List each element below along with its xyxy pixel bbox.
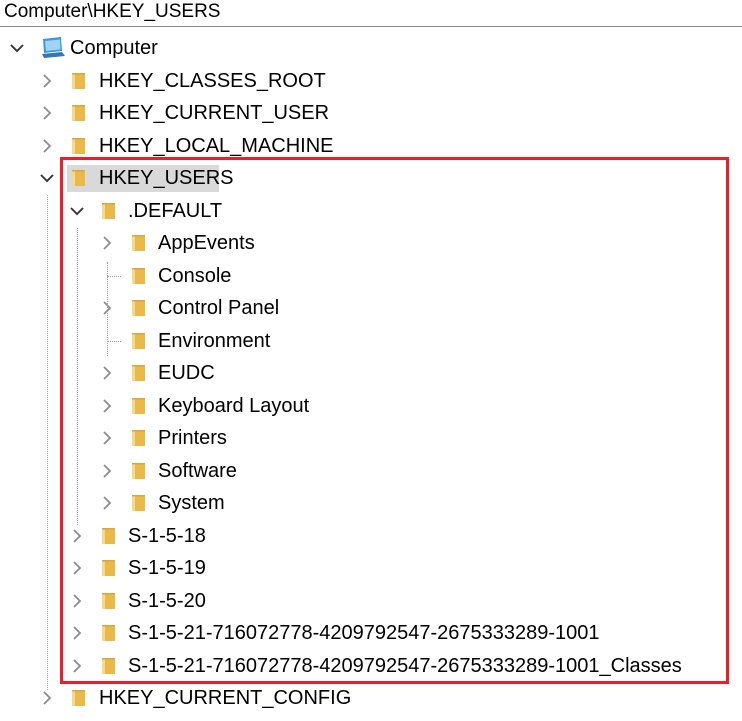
- chevron-right-icon[interactable]: [38, 71, 56, 91]
- folder-icon: [98, 558, 118, 578]
- chevron-down-icon[interactable]: [8, 38, 26, 58]
- chevron-right-icon[interactable]: [38, 103, 56, 123]
- tree-connector: [107, 340, 121, 342]
- folder-icon: [128, 266, 148, 286]
- tree-item-label: System: [158, 492, 225, 514]
- tree-item-label: Control Panel: [158, 297, 280, 319]
- folder-icon: [128, 233, 148, 253]
- chevron-down-icon[interactable]: [68, 201, 86, 221]
- folder-icon: [68, 136, 88, 156]
- tree-item-default-child[interactable]: Console: [0, 260, 742, 292]
- folder-icon: [128, 396, 148, 416]
- address-bar[interactable]: Computer\HKEY_USERS: [0, 0, 742, 27]
- tree-item-label: HKEY_LOCAL_MACHINE: [99, 134, 334, 157]
- tree-item-label: Software: [158, 459, 237, 482]
- folder-icon: [98, 591, 118, 611]
- tree-connector: [107, 275, 121, 277]
- chevron-right-icon[interactable]: [68, 591, 86, 611]
- tree-item-user[interactable]: S-1-5-20: [0, 585, 742, 617]
- chevron-right-icon[interactable]: [68, 656, 86, 676]
- tree-item-default-child[interactable]: Printers: [0, 422, 742, 454]
- tree-item-computer[interactable]: Computer: [0, 32, 742, 64]
- tree-item-user[interactable]: S-1-5-18: [0, 520, 742, 552]
- tree-item-default-child[interactable]: AppEvents: [0, 227, 742, 259]
- tree-item-hive[interactable]: HKEY_USERS: [0, 162, 742, 194]
- folder-icon: [128, 428, 148, 448]
- tree-item-label: HKEY_CURRENT_CONFIG: [99, 687, 352, 709]
- chevron-right-icon[interactable]: [38, 688, 56, 708]
- folder-icon: [98, 201, 118, 221]
- folder-icon: [128, 331, 148, 351]
- tree-item-user[interactable]: S-1-5-21-716072778-4209792547-2675333289…: [0, 650, 742, 682]
- tree-item-user[interactable]: S-1-5-21-716072778-4209792547-2675333289…: [0, 617, 742, 649]
- tree-item-default-child[interactable]: Environment: [0, 325, 742, 357]
- chevron-right-icon[interactable]: [98, 233, 116, 253]
- chevron-right-icon[interactable]: [98, 428, 116, 448]
- chevron-right-icon[interactable]: [68, 623, 86, 643]
- folder-icon: [68, 168, 88, 188]
- chevron-right-icon[interactable]: [98, 396, 116, 416]
- tree-item-user[interactable]: S-1-5-19: [0, 552, 742, 584]
- computer-icon: [40, 36, 66, 60]
- folder-icon: [98, 656, 118, 676]
- chevron-right-icon[interactable]: [38, 136, 56, 156]
- tree-item-label: S-1-5-20: [128, 589, 206, 612]
- tree-item-label: HKEY_CLASSES_ROOT: [99, 69, 326, 92]
- tree-item-label: S-1-5-18: [128, 524, 206, 547]
- chevron-down-icon[interactable]: [38, 168, 56, 188]
- chevron-right-icon[interactable]: [98, 363, 116, 383]
- tree-item-default-child[interactable]: Control Panel: [0, 292, 742, 324]
- tree-item-label: HKEY_USERS: [99, 167, 234, 189]
- folder-icon: [98, 623, 118, 643]
- tree-item-label: Keyboard Layout: [158, 394, 310, 417]
- tree-connector: [47, 195, 48, 690]
- tree-item-label: S-1-5-21-716072778-4209792547-2675333289…: [128, 654, 682, 677]
- tree-item-label: Console: [158, 264, 232, 287]
- folder-icon: [68, 103, 88, 123]
- tree-item-hive[interactable]: HKEY_CURRENT_CONFIG: [0, 682, 742, 714]
- tree-item-label: AppEvents: [158, 232, 255, 254]
- tree-item-label: Computer: [70, 37, 158, 59]
- tree-item-hive[interactable]: HKEY_CURRENT_USER: [0, 97, 742, 129]
- chevron-right-icon[interactable]: [68, 526, 86, 546]
- folder-icon: [68, 688, 88, 708]
- chevron-right-icon[interactable]: [98, 461, 116, 481]
- tree-item-default-child[interactable]: System: [0, 487, 742, 519]
- folder-icon: [98, 526, 118, 546]
- tree-item-default-child[interactable]: EUDC: [0, 357, 742, 389]
- folder-icon: [68, 71, 88, 91]
- tree-item-label: EUDC: [158, 362, 215, 384]
- tree-connector: [107, 262, 108, 356]
- tree-item-label: Environment: [158, 329, 271, 352]
- tree-item-label: Printers: [158, 427, 227, 449]
- folder-icon: [128, 298, 148, 318]
- tree-item-hive[interactable]: HKEY_CLASSES_ROOT: [0, 65, 742, 97]
- tree-item-label: S-1-5-19: [128, 557, 206, 579]
- chevron-right-icon[interactable]: [98, 493, 116, 513]
- folder-icon: [128, 493, 148, 513]
- tree-item-label: .DEFAULT: [128, 199, 223, 222]
- tree-item-user[interactable]: .DEFAULT: [0, 195, 742, 227]
- tree-item-hive[interactable]: HKEY_LOCAL_MACHINE: [0, 130, 742, 162]
- tree-item-label: HKEY_CURRENT_USER: [99, 102, 330, 124]
- chevron-right-icon[interactable]: [68, 558, 86, 578]
- folder-icon: [128, 461, 148, 481]
- tree-item-default-child[interactable]: Software: [0, 455, 742, 487]
- tree-item-label: S-1-5-21-716072778-4209792547-2675333289…: [128, 622, 600, 644]
- folder-icon: [128, 363, 148, 383]
- tree-item-default-child[interactable]: Keyboard Layout: [0, 390, 742, 422]
- tree-connector: [77, 228, 78, 525]
